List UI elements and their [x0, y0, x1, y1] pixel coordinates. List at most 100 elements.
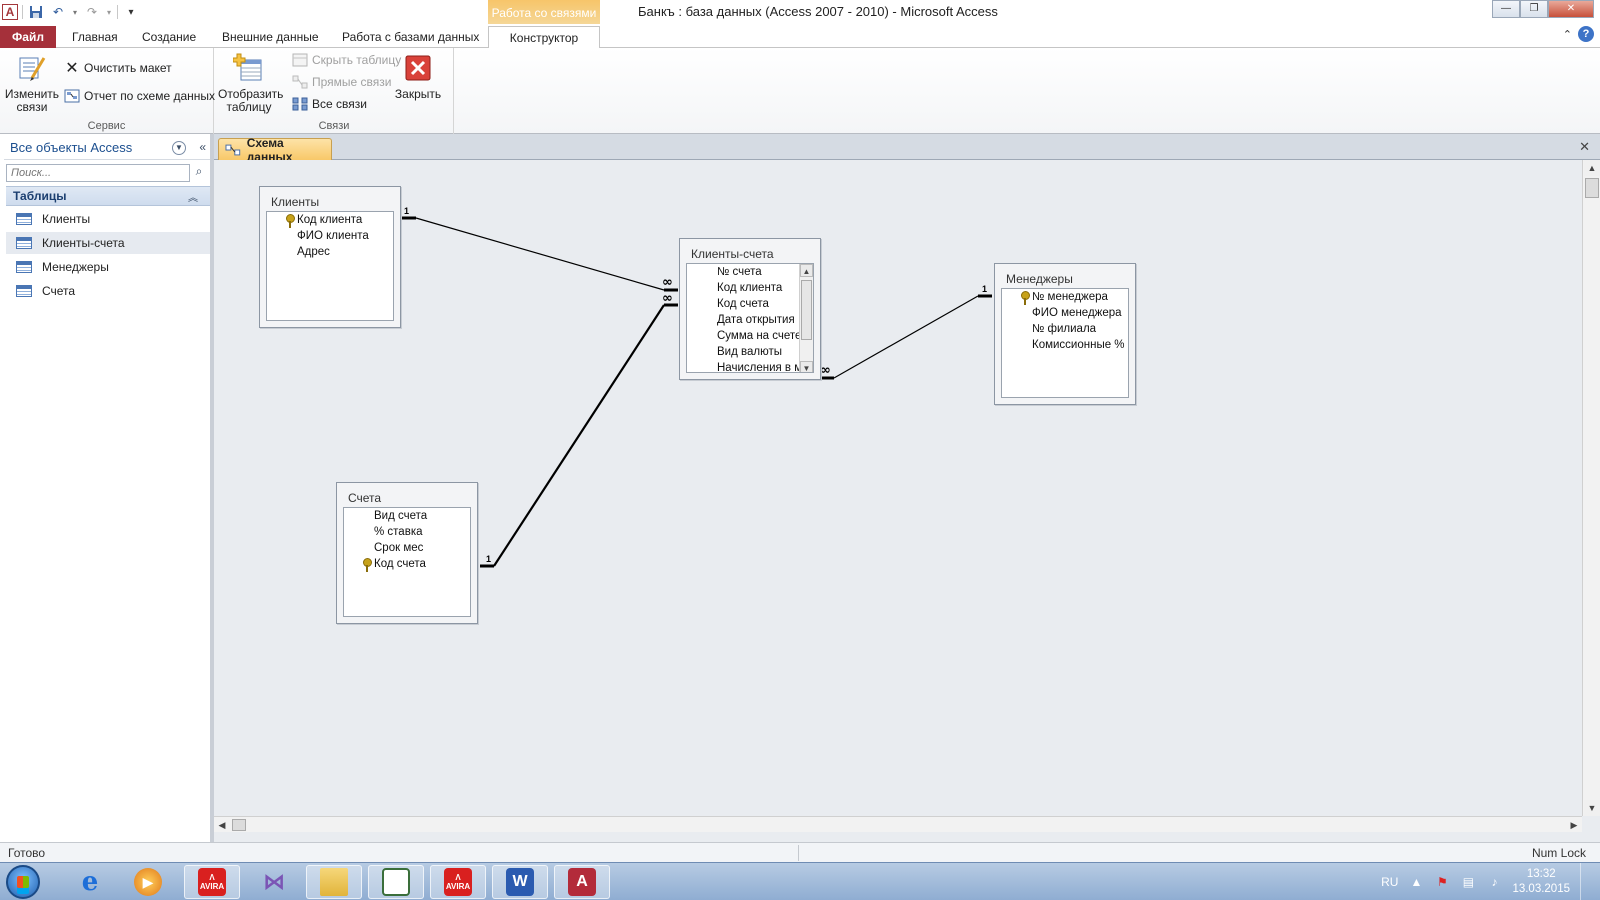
tab-external-data[interactable]: Внешние данные — [214, 26, 327, 48]
scroll-down-icon[interactable]: ▼ — [1584, 800, 1600, 816]
field-list-scrollbar[interactable]: ▲ ▼ — [799, 264, 813, 372]
table-box-accounts[interactable]: Счета Вид счета % ставка Срок мес Код сч… — [336, 482, 478, 624]
scroll-thumb[interactable] — [1585, 178, 1599, 198]
action-center-icon[interactable]: ⚑ — [1434, 874, 1450, 890]
taskbar-internet-explorer[interactable]: e — [62, 865, 118, 899]
tab-file[interactable]: Файл — [0, 26, 56, 48]
network-icon[interactable]: ▤ — [1460, 874, 1476, 890]
field-account-code[interactable]: Код счета — [374, 558, 426, 574]
show-hidden-icons-icon[interactable]: ▲ — [1408, 874, 1424, 890]
field-client-code[interactable]: Код клиента — [717, 282, 782, 298]
nav-group-tables[interactable]: Таблицы ︽ — [6, 186, 210, 206]
horizontal-scrollbar[interactable]: ◀ ▶ — [214, 816, 1582, 832]
collapse-group-icon[interactable]: ︽ — [188, 189, 198, 204]
close-document-icon[interactable]: ✕ — [1579, 139, 1590, 155]
edit-relationships-label: Изменить связи — [4, 87, 60, 114]
field-account-type[interactable]: Вид счета — [374, 510, 427, 526]
scroll-up-icon[interactable]: ▲ — [1584, 160, 1600, 176]
table-box-clients[interactable]: Клиенты Код клиента ФИО клиента Адрес — [259, 186, 401, 328]
scroll-thumb[interactable] — [232, 819, 246, 831]
language-indicator[interactable]: RU — [1381, 875, 1398, 889]
field-list[interactable]: Код клиента ФИО клиента Адрес — [266, 211, 394, 321]
field-balance[interactable]: Сумма на счете — [717, 330, 801, 346]
field-address[interactable]: Адрес — [297, 246, 330, 262]
field-currency[interactable]: Вид валюты — [717, 346, 782, 362]
direct-relationships-button[interactable]: Прямые связи — [292, 72, 392, 92]
show-desktop-button[interactable] — [1580, 863, 1590, 900]
field-account-code[interactable]: Код счета — [717, 298, 769, 314]
relationship-report-button[interactable]: Отчет по схеме данных — [64, 86, 215, 106]
edit-relationships-button[interactable]: Изменить связи — [4, 52, 60, 114]
nav-header[interactable]: Все объекты Access ▼ « — [4, 138, 210, 160]
nav-item-accounts[interactable]: Счета — [6, 280, 210, 302]
field-list[interactable]: № менеджера ФИО менеджера № филиала Коми… — [1001, 288, 1129, 398]
field-account-number[interactable]: № счета — [717, 266, 762, 282]
hide-table-button[interactable]: Скрыть таблицу — [292, 50, 401, 70]
redo-dropdown-icon[interactable]: ▾ — [105, 3, 113, 21]
all-relationships-button[interactable]: Все связи — [292, 94, 367, 114]
minimize-button[interactable]: — — [1492, 0, 1520, 18]
nav-item-clients-accounts[interactable]: Клиенты-счета — [6, 232, 210, 254]
relationship-accounts-clients-accounts[interactable]: 1 ∞ — [480, 291, 678, 568]
undo-dropdown-icon[interactable]: ▾ — [71, 3, 79, 21]
document-tab-relationships[interactable]: Схема данных — [218, 136, 332, 164]
start-button[interactable] — [6, 865, 40, 899]
tab-design[interactable]: Конструктор — [488, 26, 600, 49]
clock[interactable]: 13:32 13.03.2015 — [1512, 867, 1570, 897]
taskbar-avira[interactable]: Λ AVIRA — [184, 865, 240, 899]
field-manager-name[interactable]: ФИО менеджера — [1032, 307, 1122, 323]
field-client-code[interactable]: Код клиента — [297, 214, 362, 230]
taskbar-visual-studio[interactable]: ⋈ — [246, 865, 302, 899]
minimize-ribbon-icon[interactable]: ⌃ — [1563, 28, 1572, 41]
redo-icon[interactable]: ↷ — [83, 3, 101, 21]
nav-menu-dropdown-icon[interactable]: ▼ — [172, 141, 186, 155]
scroll-down-icon[interactable]: ▼ — [800, 361, 813, 372]
vertical-scrollbar[interactable]: ▲ ▼ — [1582, 160, 1600, 816]
taskbar-media-player[interactable]: ▶ — [120, 865, 176, 899]
field-open-date[interactable]: Дата открытия — [717, 314, 795, 330]
taskbar-explorer[interactable] — [306, 865, 362, 899]
taskbar-word[interactable]: W — [492, 865, 548, 899]
relationships-canvas[interactable]: 1 ∞ 1 ∞ 1 ∞ Клиенты Код клиента ФИО клие… — [214, 160, 1582, 816]
taskbar-access[interactable]: A — [554, 865, 610, 899]
scroll-left-icon[interactable]: ◀ — [214, 817, 230, 833]
access-app-icon[interactable]: A — [2, 4, 18, 20]
help-icon[interactable]: ? — [1578, 26, 1594, 42]
tab-create[interactable]: Создание — [134, 26, 204, 48]
search-icon[interactable]: ⌕ — [192, 164, 206, 182]
taskbar-presentation[interactable] — [368, 865, 424, 899]
close-window-button[interactable]: ✕ — [1548, 0, 1594, 18]
field-rate[interactable]: % ставка — [374, 526, 423, 542]
nav-collapse-icon[interactable]: « — [199, 140, 206, 154]
field-manager-number[interactable]: № менеджера — [1032, 291, 1108, 307]
field-term[interactable]: Срок мес — [374, 542, 423, 558]
volume-icon[interactable]: ♪ — [1486, 874, 1502, 890]
scroll-up-icon[interactable]: ▲ — [800, 264, 813, 277]
field-branch-number[interactable]: № филиала — [1032, 323, 1096, 339]
clear-layout-button[interactable]: ✕ Очистить макет — [64, 58, 171, 78]
tab-database-tools[interactable]: Работа с базами данных — [334, 26, 487, 48]
restore-button[interactable]: ❐ — [1520, 0, 1548, 18]
avira-icon: Λ AVIRA — [198, 868, 226, 896]
nav-item-clients[interactable]: Клиенты — [6, 208, 210, 230]
tab-home[interactable]: Главная — [64, 26, 126, 48]
scroll-right-icon[interactable]: ▶ — [1566, 817, 1582, 833]
nav-search-input[interactable] — [6, 164, 190, 182]
nav-item-managers[interactable]: Менеджеры — [6, 256, 210, 278]
customize-qat-icon[interactable]: ▾ — [122, 3, 140, 21]
save-icon[interactable] — [27, 3, 45, 21]
field-list[interactable]: Вид счета % ставка Срок мес Код счета — [343, 507, 471, 617]
relationship-clients-clients-accounts[interactable]: 1 ∞ — [402, 206, 678, 292]
undo-icon[interactable]: ↶ — [49, 3, 67, 21]
field-accruals[interactable]: Начисления в м — [717, 362, 802, 372]
taskbar-avira-2[interactable]: Λ AVIRA — [430, 865, 486, 899]
close-relationships-button[interactable]: Закрыть — [390, 52, 446, 101]
table-box-managers[interactable]: Менеджеры № менеджера ФИО менеджера № фи… — [994, 263, 1136, 405]
field-client-name[interactable]: ФИО клиента — [297, 230, 369, 246]
scroll-thumb[interactable] — [801, 280, 812, 340]
show-table-button[interactable]: Отобразить таблицу — [218, 52, 283, 114]
table-box-clients-accounts[interactable]: Клиенты-счета № счета Код клиента Код сч… — [679, 238, 821, 380]
relationship-managers-clients-accounts[interactable]: 1 ∞ — [820, 284, 992, 380]
field-list[interactable]: № счета Код клиента Код счета Дата откры… — [686, 263, 814, 373]
field-commission[interactable]: Комиссионные % — [1032, 339, 1125, 355]
